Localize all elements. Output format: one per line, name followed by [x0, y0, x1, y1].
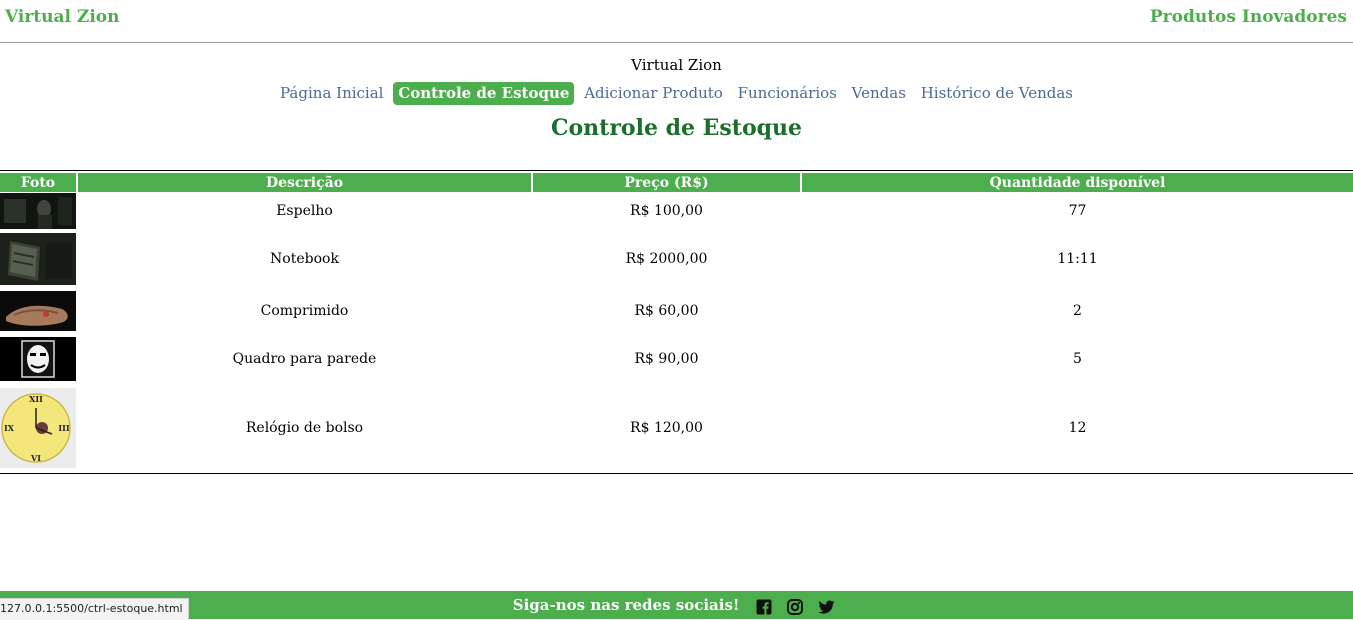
- col-header-preco: Preço (R$): [533, 173, 800, 192]
- product-photo-cell: XII III VI IX: [0, 384, 76, 472]
- product-photo-cell: [0, 288, 76, 334]
- product-photo-notebook: [0, 233, 76, 285]
- social-links: [751, 592, 840, 620]
- main-nav: Página Inicial Controle de Estoque Adici…: [0, 82, 1353, 105]
- product-photo-espelho: [0, 193, 76, 229]
- cell-descricao: Relógio de bolso: [245, 420, 364, 436]
- svg-text:IX: IX: [4, 423, 15, 433]
- col-header-descricao: Descrição: [78, 173, 531, 192]
- nav-item-pagina-inicial[interactable]: Página Inicial: [275, 82, 388, 105]
- product-photo-comprimido: [0, 291, 76, 331]
- cell-quantidade: 11:11: [1057, 251, 1098, 267]
- site-name: Virtual Zion: [631, 56, 722, 74]
- svg-text:VI: VI: [30, 453, 41, 463]
- facebook-icon[interactable]: [756, 599, 772, 615]
- cell-descricao: Notebook: [270, 251, 339, 267]
- cell-quantidade: 77: [1068, 203, 1087, 219]
- product-photo-relogio: XII III VI IX: [0, 388, 76, 468]
- cell-quantidade: 12: [1068, 420, 1087, 436]
- product-photo-cell: [0, 230, 76, 288]
- footer: Siga-nos nas redes sociais!: [0, 591, 1353, 619]
- col-header-foto: Foto: [0, 173, 76, 192]
- cell-preco: R$ 90,00: [634, 351, 699, 367]
- nav-item-historico-vendas[interactable]: Histórico de Vendas: [916, 82, 1078, 105]
- page-title: Controle de Estoque: [550, 115, 803, 141]
- stock-table-container: Foto Descrição Preço (R$) Quantidade dis…: [0, 170, 1353, 474]
- cell-descricao: Quadro para parede: [232, 351, 377, 367]
- nav-item-adicionar-produto[interactable]: Adicionar Produto: [579, 82, 728, 105]
- nav-item-funcionarios[interactable]: Funcionários: [733, 82, 842, 105]
- table-header-row: Foto Descrição Preço (R$) Quantidade dis…: [0, 173, 1353, 192]
- cell-preco: R$ 60,00: [634, 303, 699, 319]
- cell-quantidade: 5: [1073, 351, 1082, 367]
- nav-item-vendas[interactable]: Vendas: [847, 82, 911, 105]
- stock-table: Foto Descrição Preço (R$) Quantidade dis…: [0, 173, 1353, 472]
- top-header: Virtual Zion Produtos Inovadores: [0, 0, 1353, 43]
- table-row: Quadro para parede R$ 90,00 5: [0, 334, 1353, 384]
- cell-preco: R$ 100,00: [630, 203, 703, 219]
- instagram-icon[interactable]: [786, 599, 803, 615]
- browser-status-url: 127.0.0.1:5500/ctrl-estoque.html: [0, 598, 189, 620]
- product-photo-cell: [0, 334, 76, 384]
- table-row: Comprimido R$ 60,00 2: [0, 288, 1353, 334]
- product-photo-cell: [0, 192, 76, 230]
- cell-quantidade: 2: [1073, 303, 1082, 319]
- footer-social-text: Siga-nos nas redes sociais!: [512, 596, 740, 614]
- svg-text:XII: XII: [29, 394, 43, 404]
- svg-text:III: III: [58, 423, 69, 433]
- cell-preco: R$ 2000,00: [625, 251, 708, 267]
- twitter-icon[interactable]: [818, 600, 835, 615]
- product-photo-quadro: [0, 337, 76, 381]
- cell-descricao: Comprimido: [260, 303, 349, 319]
- brand-logo-text[interactable]: Virtual Zion: [5, 7, 119, 27]
- nav-item-controle-estoque[interactable]: Controle de Estoque: [393, 82, 575, 105]
- col-header-quantidade: Quantidade disponível: [802, 173, 1353, 192]
- cell-preco: R$ 120,00: [630, 420, 703, 436]
- table-row: XII III VI IX Relógio de bolso R$ 120,00…: [0, 384, 1353, 472]
- table-row: Notebook R$ 2000,00 11:11: [0, 230, 1353, 288]
- brand-tagline: Produtos Inovadores: [1149, 7, 1347, 27]
- cell-descricao: Espelho: [276, 203, 333, 219]
- table-row: Espelho R$ 100,00 77: [0, 192, 1353, 230]
